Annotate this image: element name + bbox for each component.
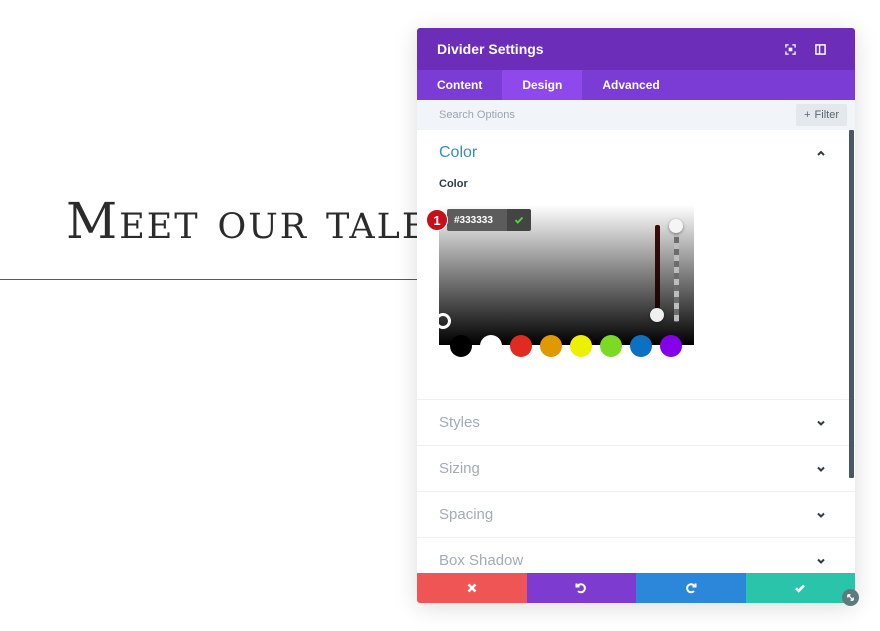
hue-slider-handle[interactable] <box>650 308 664 322</box>
filter-label: Filter <box>814 109 839 121</box>
section-spacing[interactable]: Spacing <box>417 492 855 538</box>
section-title: Styles <box>439 414 480 431</box>
hex-input-group <box>447 209 531 231</box>
options-scroll-area: Color Color 1 #333333 Styles Sizing Spac… <box>417 130 855 573</box>
sidebar-toggle-icon[interactable] <box>805 34 835 64</box>
undo-button[interactable] <box>526 573 636 603</box>
tab-content[interactable]: Content <box>417 70 502 100</box>
chevron-up-icon[interactable] <box>815 147 827 159</box>
discard-button[interactable] <box>417 573 527 603</box>
section-styles[interactable]: Styles <box>417 400 855 446</box>
resize-handle[interactable] <box>842 589 859 606</box>
redo-icon <box>685 583 697 594</box>
panel-title: Divider Settings <box>437 41 544 57</box>
search-bar: + Filter <box>417 100 855 130</box>
check-icon <box>514 216 524 224</box>
settings-tabs: Content Design Advanced <box>417 70 855 100</box>
section-title: Color <box>439 144 478 161</box>
chevron-down-icon <box>817 466 825 472</box>
section-title: Sizing <box>439 460 480 477</box>
opacity-slider-handle[interactable] <box>669 219 683 233</box>
hex-color-input[interactable] <box>447 209 507 231</box>
swatch-orange[interactable] <box>540 335 562 357</box>
opacity-slider[interactable] <box>674 225 679 322</box>
action-bar <box>417 573 855 603</box>
tab-design[interactable]: Design <box>502 70 583 100</box>
chevron-down-icon <box>817 558 825 564</box>
swatch-yellow[interactable] <box>570 335 592 357</box>
panel-header: Divider Settings <box>417 28 855 70</box>
section-title: Box Shadow <box>439 552 524 569</box>
undo-icon <box>575 583 587 594</box>
apply-color-button[interactable] <box>507 209 531 231</box>
swatch-blue[interactable] <box>630 335 652 357</box>
section-title: Spacing <box>439 506 494 523</box>
color-field-label: Color <box>439 178 468 190</box>
chevron-down-icon <box>817 420 825 426</box>
close-icon <box>467 583 477 593</box>
search-options-input[interactable] <box>439 109 797 121</box>
saturation-handle[interactable] <box>435 313 451 329</box>
swatch-white[interactable] <box>480 335 502 357</box>
swatch-green[interactable] <box>600 335 622 357</box>
divider-settings-panel: Divider Settings Content Design Advanced… <box>417 28 855 603</box>
section-color-header[interactable]: Color <box>439 144 833 162</box>
filter-button[interactable]: + Filter <box>796 104 847 126</box>
section-color: Color Color 1 <box>417 130 855 400</box>
swatch-black[interactable] <box>450 335 472 357</box>
page: Meet our talent Divider Settings Content… <box>0 0 880 631</box>
tab-advanced[interactable]: Advanced <box>582 70 679 100</box>
swatch-purple[interactable] <box>660 335 682 357</box>
section-box-shadow[interactable]: Box Shadow <box>417 538 855 573</box>
section-sizing[interactable]: Sizing <box>417 446 855 492</box>
page-divider-line <box>0 279 420 280</box>
chevron-down-icon <box>817 512 825 518</box>
color-picker: 1 <box>426 205 694 357</box>
check-icon <box>795 584 806 593</box>
annotation-badge: 1 <box>426 209 448 231</box>
redo-button[interactable] <box>636 573 746 603</box>
color-swatches <box>450 335 682 357</box>
resize-icon <box>847 594 854 601</box>
plus-icon: + <box>804 109 811 121</box>
focus-icon[interactable] <box>775 34 805 64</box>
scrollbar[interactable] <box>849 130 854 478</box>
hue-slider[interactable] <box>655 225 660 320</box>
swatch-red[interactable] <box>510 335 532 357</box>
save-button[interactable] <box>745 573 855 603</box>
